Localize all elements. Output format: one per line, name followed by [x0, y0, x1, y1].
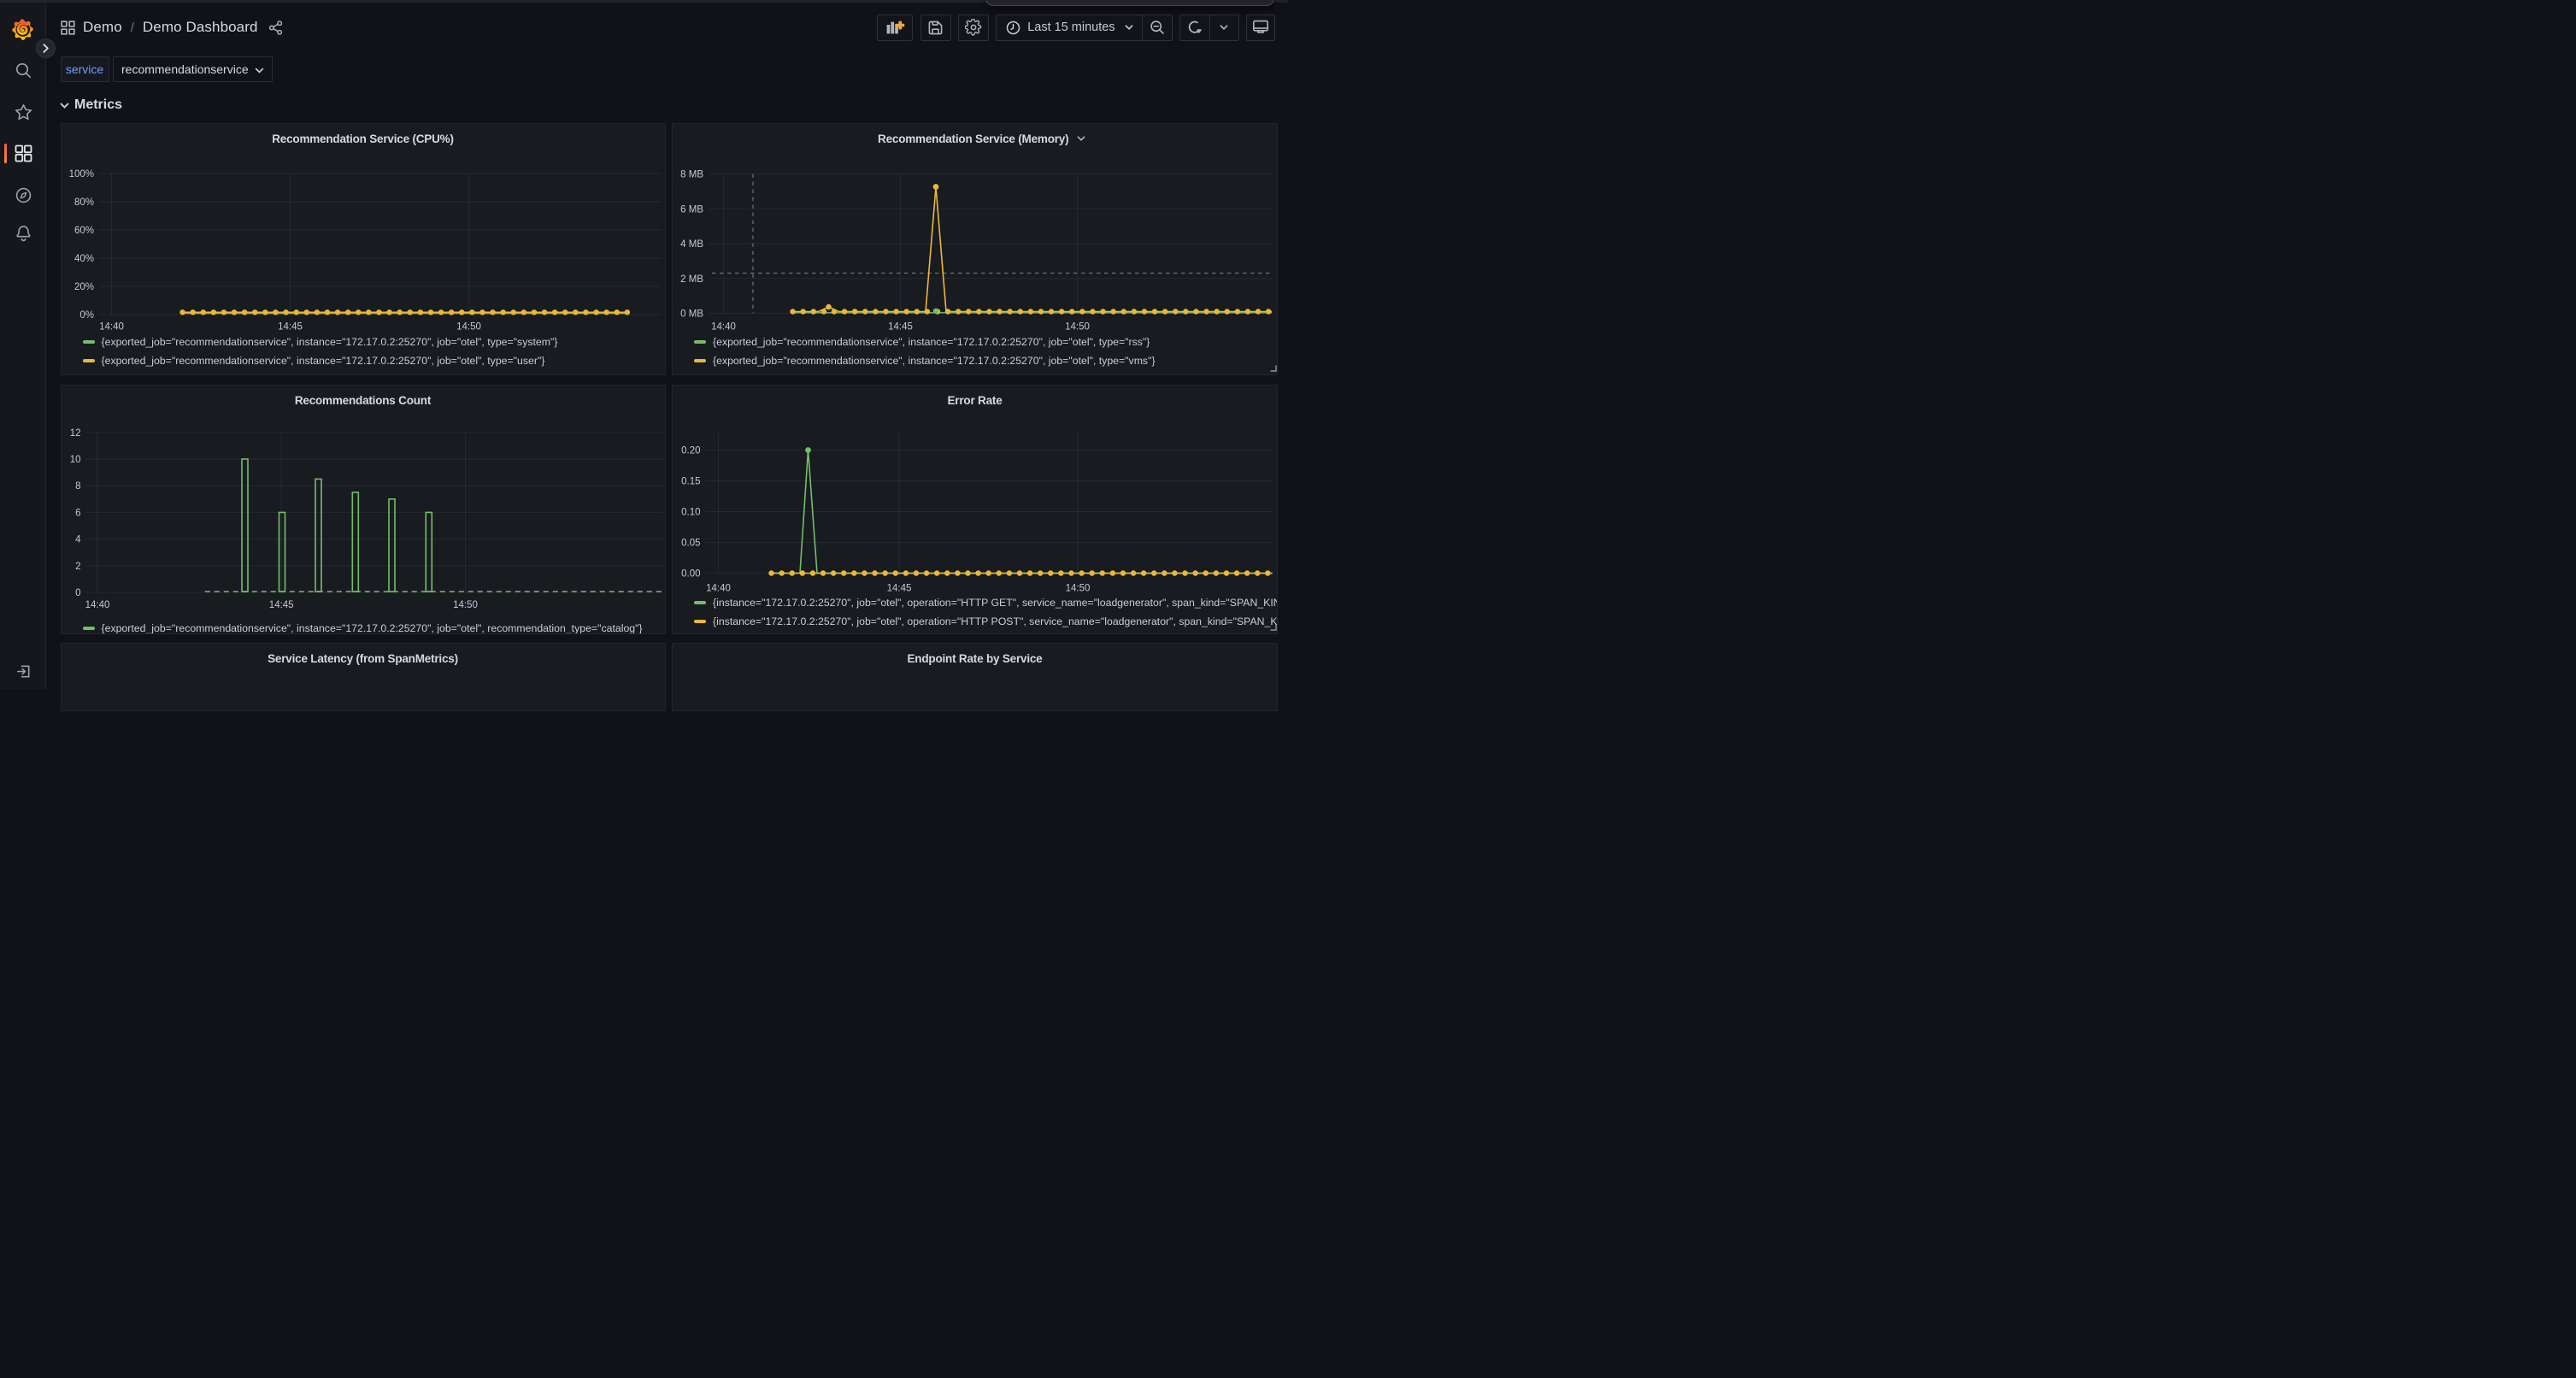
- svg-text:0.20: 0.20: [681, 445, 700, 456]
- svg-text:14:45: 14:45: [888, 321, 913, 332]
- svg-text:20%: 20%: [74, 282, 93, 292]
- svg-text:0.10: 0.10: [681, 507, 700, 517]
- svg-text:6 MB: 6 MB: [680, 204, 703, 215]
- svg-text:60%: 60%: [74, 226, 93, 236]
- svg-text:0 MB: 0 MB: [680, 309, 703, 319]
- svg-text:4 MB: 4 MB: [680, 239, 703, 250]
- svg-text:100%: 100%: [68, 169, 93, 180]
- svg-text:14:50: 14:50: [456, 321, 481, 332]
- svg-text:40%: 40%: [74, 254, 93, 264]
- svg-text:2 MB: 2 MB: [680, 274, 703, 284]
- svg-text:14:40: 14:40: [85, 600, 109, 610]
- svg-text:0: 0: [75, 588, 80, 598]
- svg-text:14:45: 14:45: [268, 600, 293, 610]
- svg-text:0.15: 0.15: [681, 476, 700, 486]
- svg-text:14:45: 14:45: [887, 583, 912, 593]
- svg-text:80%: 80%: [74, 197, 93, 208]
- svg-text:8 MB: 8 MB: [680, 169, 703, 180]
- svg-text:14:40: 14:40: [706, 583, 731, 593]
- svg-text:8: 8: [75, 481, 80, 492]
- svg-text:14:45: 14:45: [278, 321, 303, 332]
- svg-text:0%: 0%: [79, 310, 94, 321]
- svg-text:6: 6: [75, 508, 80, 518]
- svg-text:0.05: 0.05: [681, 538, 700, 548]
- svg-text:2: 2: [75, 561, 80, 571]
- svg-text:14:50: 14:50: [1065, 321, 1090, 332]
- svg-text:12: 12: [69, 427, 80, 438]
- svg-text:0.00: 0.00: [681, 568, 700, 579]
- svg-text:4: 4: [75, 534, 81, 545]
- svg-text:14:40: 14:40: [99, 321, 124, 332]
- svg-text:14:50: 14:50: [1066, 583, 1091, 593]
- svg-text:14:40: 14:40: [711, 321, 736, 332]
- svg-text:14:50: 14:50: [453, 600, 478, 610]
- svg-text:10: 10: [69, 455, 80, 465]
